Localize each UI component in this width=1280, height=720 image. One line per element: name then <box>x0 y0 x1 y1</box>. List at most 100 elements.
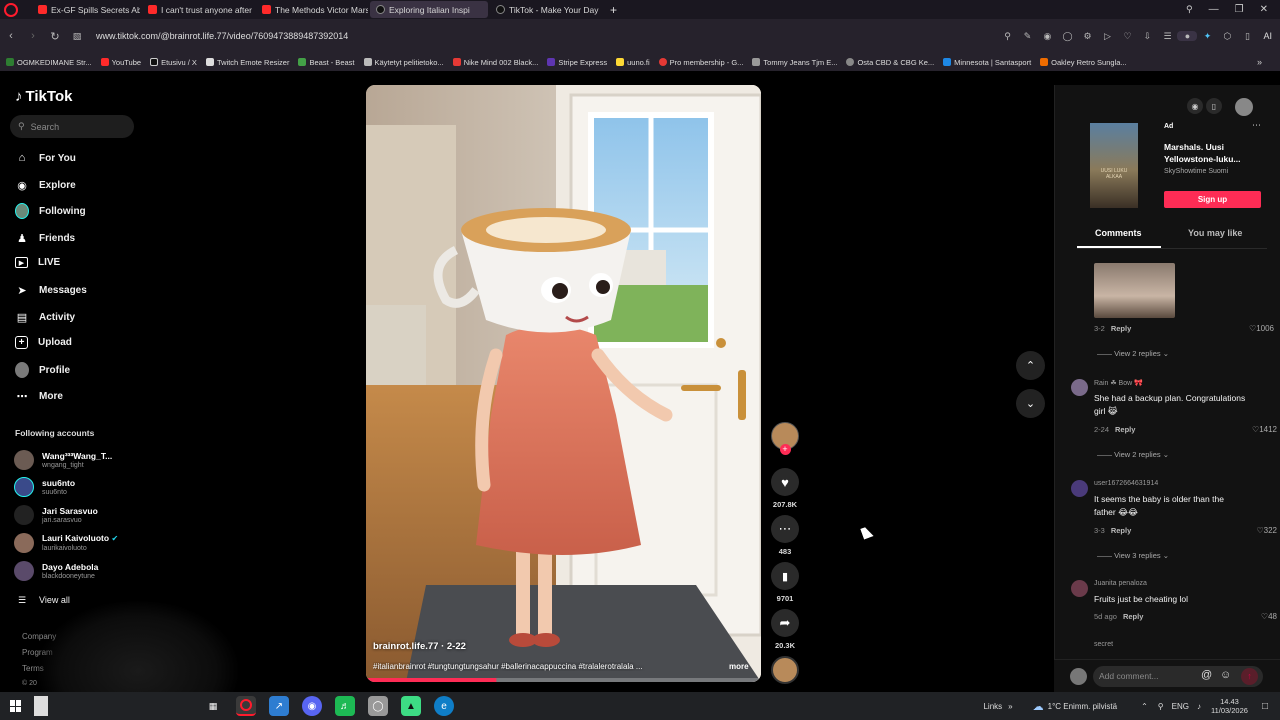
comment-like[interactable]: ♡1006 <box>1249 324 1274 333</box>
emoji-icon[interactable]: ☺ <box>1220 669 1231 681</box>
bookmark-item[interactable]: Oakley Retro Sungla... <box>1040 58 1127 67</box>
tiktok-logo[interactable]: ♪ TikTok <box>15 88 72 105</box>
browser-tab[interactable]: The Methods Victor Mars <box>256 1 368 18</box>
bookmark-item[interactable]: Tommy Jeans Tjm E... <box>752 58 837 67</box>
reload-icon[interactable]: ↻ <box>44 30 66 43</box>
browser-tab-active[interactable]: Exploring Italian Inspi <box>370 1 488 18</box>
comment-like[interactable]: ♡48 <box>1261 612 1277 621</box>
profile-icon[interactable]: ● <box>1177 31 1198 41</box>
bookmark-item[interactable]: Käytetyt pelitietoko... <box>363 58 444 67</box>
compass-icon[interactable]: ◉ <box>1187 98 1203 114</box>
bookmarks-overflow-icon[interactable]: » <box>1257 57 1262 67</box>
comment-username[interactable]: user1672664631914 <box>1094 480 1158 487</box>
following-account[interactable]: suu6nto suu6nto <box>14 477 75 497</box>
avatar[interactable] <box>1071 480 1088 497</box>
camera-icon[interactable]: ◉ <box>1037 31 1057 42</box>
browser-tab[interactable]: TikTok - Make Your Day <box>490 1 602 18</box>
nav-messages[interactable]: ➤ Messages <box>15 283 86 297</box>
comment-username[interactable]: Juanita penaloza <box>1094 580 1147 587</box>
comment-input[interactable]: Add comment... @ ☺ <box>1093 666 1263 687</box>
edit-icon[interactable]: ✎ <box>1017 31 1037 42</box>
play-icon[interactable]: ▷ <box>1097 31 1117 42</box>
nav-activity[interactable]: ▤ Activity <box>15 310 75 324</box>
bookmark-item[interactable]: Osta CBD & CBG Ke... <box>846 58 934 67</box>
url-field[interactable]: www.tiktok.com/@brainrot.life.77/video/7… <box>96 31 716 41</box>
links-chevron-icon[interactable]: » <box>1008 702 1012 711</box>
bookmark-item[interactable]: Minnesota | Santasport <box>943 58 1031 67</box>
video-author[interactable]: brainrot.life.77 · 2-22 <box>373 641 466 652</box>
mention-icon[interactable]: @ <box>1201 669 1212 681</box>
following-account[interactable]: Lauri Kaivoluoto ✔ laurikaivoluoto <box>14 533 118 553</box>
phone-icon[interactable]: ▯ <box>1206 98 1222 114</box>
new-tab-icon[interactable]: + <box>610 3 617 17</box>
ad-signup-button[interactable]: Sign up <box>1164 191 1261 208</box>
tray-overflow-icon[interactable]: ⌃ <box>1141 702 1148 711</box>
nav-friends[interactable]: ♟ Friends <box>15 231 75 245</box>
back-icon[interactable]: ‹ <box>0 30 22 42</box>
extensions-icon[interactable]: ⚙ <box>1077 31 1097 42</box>
heart-icon[interactable]: ♡ <box>1117 31 1137 42</box>
spotify-like-app-icon[interactable]: ♬ <box>335 696 355 716</box>
network-icon[interactable]: ⚲ <box>1158 702 1164 711</box>
task-view-icon[interactable]: ▦ <box>203 696 223 716</box>
windows-start-icon[interactable] <box>10 700 22 712</box>
menu-icon[interactable]: ☰ <box>1157 31 1177 42</box>
caption-more-button[interactable]: more <box>729 662 749 671</box>
opera-menu-icon[interactable] <box>4 2 18 17</box>
shield-app-icon[interactable]: ◯ <box>368 696 388 716</box>
search-icon[interactable]: ⚲ <box>997 31 1017 42</box>
comment-image[interactable] <box>1094 263 1175 318</box>
tab-you-may-like[interactable]: You may like <box>1188 228 1242 238</box>
nav-following[interactable]: Following <box>15 203 86 219</box>
comment-like[interactable]: ♡322 <box>1256 526 1277 535</box>
weather-widget[interactable]: 1°C Enimm. pilvistä <box>1048 702 1117 711</box>
avatar[interactable] <box>1071 379 1088 396</box>
search-input[interactable]: ⚲ Search <box>10 115 134 138</box>
follow-plus-icon[interactable]: + <box>779 444 791 455</box>
maximize-icon[interactable]: ❐ <box>1235 4 1244 15</box>
opera-icon[interactable] <box>236 696 256 716</box>
nav-profile[interactable]: Profile <box>15 362 70 378</box>
notifications-icon[interactable]: □ <box>1262 701 1268 712</box>
nav-upload[interactable]: + Upload <box>15 336 72 349</box>
video-player[interactable]: brainrot.life.77 · 2-22 #italianbrainrot… <box>366 85 761 682</box>
tab-comments[interactable]: Comments <box>1095 228 1142 238</box>
shield-icon[interactable]: ◯ <box>1057 31 1077 42</box>
minimize-icon[interactable]: — <box>1209 4 1219 15</box>
bookmark-item[interactable]: Nike Mind 002 Black... <box>452 58 538 67</box>
save-button[interactable]: ▮ 9701 <box>769 562 801 603</box>
avatar[interactable] <box>1071 580 1088 597</box>
music-disc-button[interactable] <box>769 656 801 684</box>
reply-button[interactable]: Reply <box>1111 324 1131 333</box>
reply-button[interactable]: Reply <box>1123 612 1143 621</box>
edge-icon[interactable]: e <box>434 696 454 716</box>
share-button[interactable]: ➦ 20.3K <box>769 609 801 650</box>
close-icon[interactable]: ✕ <box>1260 4 1268 15</box>
nav-more[interactable]: ⋯ More <box>15 389 63 403</box>
language-indicator[interactable]: ENG <box>1172 702 1189 711</box>
browser-tab[interactable]: I can't trust anyone after th <box>142 1 254 18</box>
stocks-app-icon[interactable]: ↗ <box>269 696 289 716</box>
view-replies-button[interactable]: —— View 2 replies ⌄ <box>1097 450 1169 459</box>
view-replies-button[interactable]: —— View 3 replies ⌄ <box>1097 551 1169 560</box>
post-comment-button[interactable]: ↑ <box>1241 668 1258 685</box>
like-button[interactable]: ♥ 207.8K <box>769 468 801 509</box>
comment-button[interactable]: ⋯ 483 <box>769 515 801 556</box>
nav-for-you[interactable]: ⌂ For You <box>15 151 76 165</box>
ad-more-icon[interactable]: ⋯ <box>1252 120 1261 131</box>
comment-username[interactable]: Rain ☘ Bow 🎀 <box>1094 379 1143 387</box>
nav-live[interactable]: ▶ LIVE <box>15 257 60 268</box>
clock[interactable]: 14.43 11/03/2026 <box>1211 697 1248 715</box>
user-avatar[interactable] <box>1235 98 1253 116</box>
nav-explore[interactable]: ◉ Explore <box>15 178 76 192</box>
creator-avatar-button[interactable]: + <box>769 422 801 455</box>
reply-button[interactable]: Reply <box>1111 526 1131 535</box>
cube-icon[interactable]: ⬡ <box>1217 31 1237 42</box>
following-account[interactable]: Wang³³³Wang_T... wngang_tight <box>14 450 112 470</box>
android-studio-icon[interactable]: ▲ <box>401 696 421 716</box>
bookmark-item[interactable]: Beast - Beast <box>298 58 355 67</box>
comment-username[interactable]: secret <box>1094 641 1113 648</box>
bookmark-item[interactable]: YouTube <box>100 58 141 67</box>
extension-blue-icon[interactable]: ✦ <box>1197 31 1217 42</box>
next-video-button[interactable]: ⌄ <box>1016 389 1045 418</box>
